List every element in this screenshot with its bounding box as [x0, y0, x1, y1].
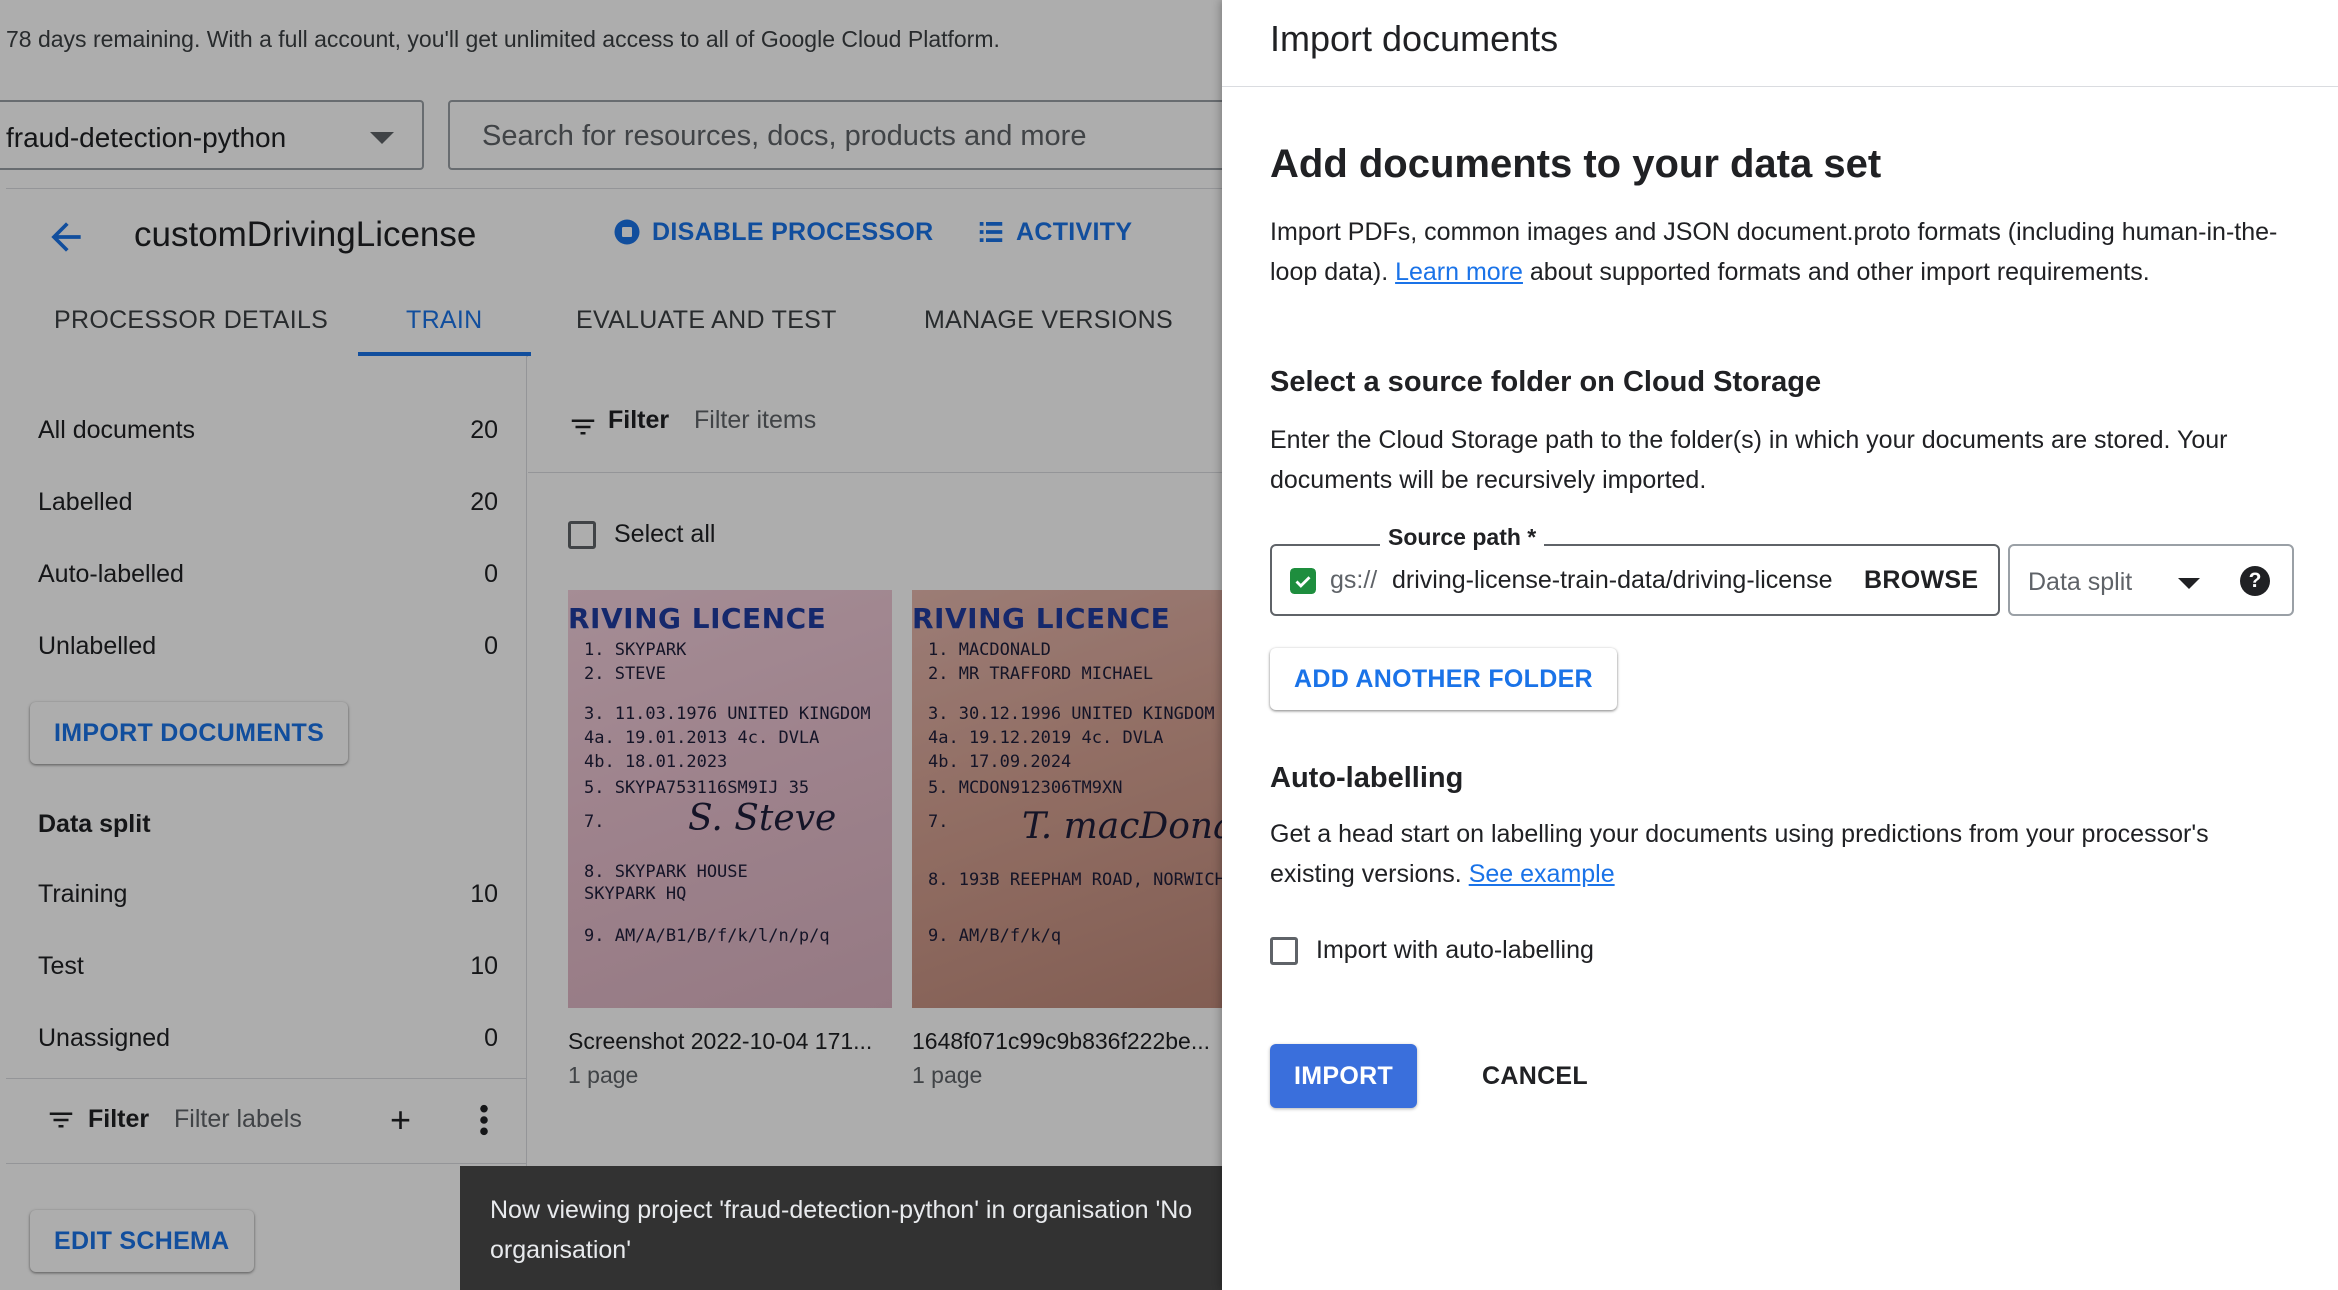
modal-scrim[interactable]: [0, 0, 1222, 1290]
learn-more-link[interactable]: Learn more: [1395, 258, 1523, 286]
checkbox-icon: [1270, 936, 1298, 965]
auto-desc-text: Get a head start on labelling your docum…: [1270, 820, 2209, 888]
source-path-input[interactable]: driving-license-train-data/driving-licen…: [1392, 566, 1832, 595]
panel-header: Import documents: [1222, 0, 2338, 87]
source-path-field[interactable]: Source path * gs:// driving-license-trai…: [1270, 524, 2000, 616]
intro-paragraph: Import PDFs, common images and JSON docu…: [1270, 212, 2290, 292]
see-example-link[interactable]: See example: [1469, 860, 1615, 888]
source-path-label: Source path *: [1380, 524, 1545, 551]
panel-title: Import documents: [1270, 18, 1559, 59]
source-section-title: Select a source folder on Cloud Storage: [1270, 366, 1822, 398]
add-another-folder-button[interactable]: ADD ANOTHER FOLDER: [1270, 648, 1617, 710]
dropdown-caret-icon: [2178, 578, 2200, 589]
panel-heading: Add documents to your data set: [1270, 142, 1882, 186]
browse-button[interactable]: BROWSE: [1864, 566, 1978, 595]
valid-check-icon: [1290, 568, 1316, 594]
data-split-placeholder: Data split: [2028, 568, 2133, 596]
data-split-select[interactable]: Data split ?: [2008, 544, 2294, 616]
help-icon[interactable]: ?: [2240, 566, 2270, 596]
auto-labelling-description: Get a head start on labelling your docum…: [1270, 814, 2290, 894]
snackbar-text: Now viewing project 'fraud-detection-pyt…: [490, 1196, 1193, 1264]
auto-labelling-checkbox-label: Import with auto-labelling: [1316, 936, 1594, 964]
import-button[interactable]: IMPORT: [1270, 1044, 1418, 1108]
gs-prefix: gs://: [1330, 566, 1378, 594]
import-documents-panel: Import documents Add documents to your d…: [1222, 0, 2338, 1290]
snackbar: Now viewing project 'fraud-detection-pyt…: [460, 1166, 1240, 1290]
intro-tail: about supported formats and other import…: [1529, 258, 2150, 286]
cancel-button[interactable]: CANCEL: [1462, 1044, 1608, 1108]
source-description: Enter the Cloud Storage path to the fold…: [1270, 426, 2228, 494]
auto-labelling-checkbox[interactable]: Import with auto-labelling: [1270, 936, 1594, 965]
auto-labelling-title: Auto-labelling: [1270, 762, 1464, 794]
